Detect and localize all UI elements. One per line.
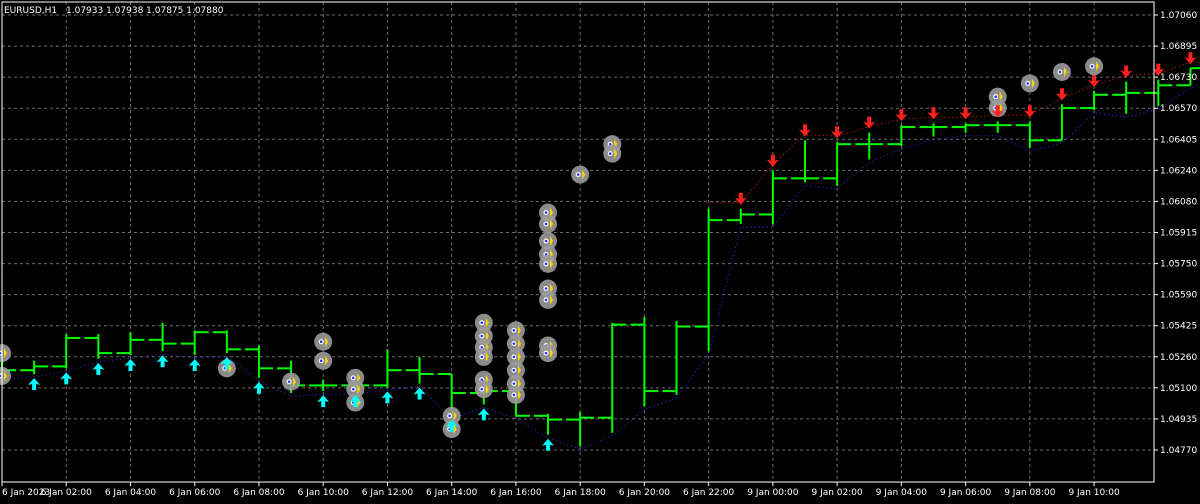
price-label: 1.05100: [1160, 384, 1197, 394]
marker-core: [512, 368, 516, 372]
marker-core: [994, 95, 998, 98]
marker-core: [448, 414, 451, 418]
chart-canvas[interactable]: 1.07060 1.06895 1.06730 1.06570 1.06405 1.062…: [0, 0, 1200, 500]
time-label: 9 Jan 04:00: [876, 488, 928, 498]
marker-core: [544, 262, 548, 266]
time-label: 6 Jan 12:00: [362, 488, 414, 498]
marker-core: [352, 387, 355, 391]
marker-core: [608, 152, 612, 155]
signal-marker: [506, 385, 525, 404]
price-label: 1.07060: [1160, 11, 1197, 21]
price-label: 1.06895: [1160, 42, 1197, 52]
ohlc-values: 1.07933 1.07938 1.07875 1.07880: [66, 6, 224, 16]
signal-marker: [539, 214, 558, 233]
time-label: 6 Jan 18:00: [555, 488, 607, 498]
time-label: 6 Jan 20:00: [619, 488, 671, 498]
price-label: 1.04935: [1160, 415, 1197, 425]
signal-marker: [282, 372, 301, 391]
time-label: 6 Jan 08:00: [233, 488, 285, 498]
price-label: 1.06080: [1160, 197, 1197, 207]
signal-marker: [1085, 57, 1104, 76]
marker-core: [544, 298, 548, 302]
price-chart[interactable]: 1.07060 1.06895 1.06730 1.06570 1.06405 1.062…: [0, 0, 1200, 500]
time-label: 6 Jan 16:00: [490, 488, 542, 498]
time-label: 6 Jan 14:00: [426, 488, 478, 498]
marker-core: [544, 287, 548, 290]
marker-core: [512, 329, 516, 332]
marker-core: [1058, 70, 1062, 74]
signal-marker: [571, 165, 590, 184]
marker-core: [512, 393, 516, 397]
marker-core: [319, 340, 323, 344]
marker-core: [544, 211, 548, 214]
price-label: 1.06405: [1160, 135, 1197, 145]
time-label: 6 Jan 10:00: [298, 488, 350, 498]
price-label: 1.05425: [1160, 322, 1197, 332]
signal-marker: [474, 380, 493, 399]
chart-background: [0, 0, 1200, 500]
marker-core: [480, 387, 484, 391]
marker-core: [1090, 64, 1094, 68]
price-label: 1.05750: [1160, 260, 1197, 270]
marker-core: [512, 342, 516, 345]
marker-core: [1026, 82, 1030, 85]
time-label: 6 Jan 22:00: [683, 488, 735, 498]
price-label: 1.04770: [1160, 446, 1197, 456]
marker-core: [544, 222, 548, 226]
time-label: 6 Jan 02:00: [41, 488, 93, 498]
marker-core: [576, 173, 580, 176]
marker-core: [319, 359, 323, 363]
signal-marker: [314, 332, 333, 351]
price-label: 1.06570: [1160, 104, 1197, 114]
time-label: 9 Jan 10:00: [1068, 488, 1120, 498]
signal-marker: [1020, 74, 1039, 93]
marker-core: [544, 351, 548, 355]
signal-marker: [539, 254, 558, 273]
time-label: 6 Jan 04:00: [105, 488, 157, 498]
marker-core: [544, 239, 548, 243]
signal-marker: [539, 290, 558, 309]
marker-core: [480, 355, 484, 359]
price-label: 1.05260: [1160, 353, 1197, 363]
symbol-title: EURUSD,H1: [4, 6, 57, 16]
signal-marker: [603, 144, 622, 163]
marker-core: [480, 334, 484, 338]
marker-core: [352, 376, 355, 380]
price-label: 1.06730: [1160, 73, 1197, 83]
time-label: 9 Jan 06:00: [940, 488, 992, 498]
signal-marker: [314, 351, 333, 370]
price-label: 1.05590: [1160, 291, 1197, 301]
marker-core: [512, 355, 516, 359]
marker-core: [287, 380, 291, 383]
signal-marker: [539, 344, 558, 363]
time-label: 9 Jan 08:00: [1004, 488, 1056, 498]
time-label: 9 Jan 00:00: [747, 488, 799, 498]
signal-marker: [1052, 62, 1071, 81]
price-label: 1.06240: [1160, 166, 1197, 176]
time-label: 9 Jan 02:00: [811, 488, 863, 498]
marker-core: [480, 321, 484, 325]
marker-core: [512, 382, 516, 385]
time-label: 6 Jan 06:00: [169, 488, 221, 498]
price-label: 1.05915: [1160, 229, 1197, 239]
signal-marker: [474, 347, 493, 366]
